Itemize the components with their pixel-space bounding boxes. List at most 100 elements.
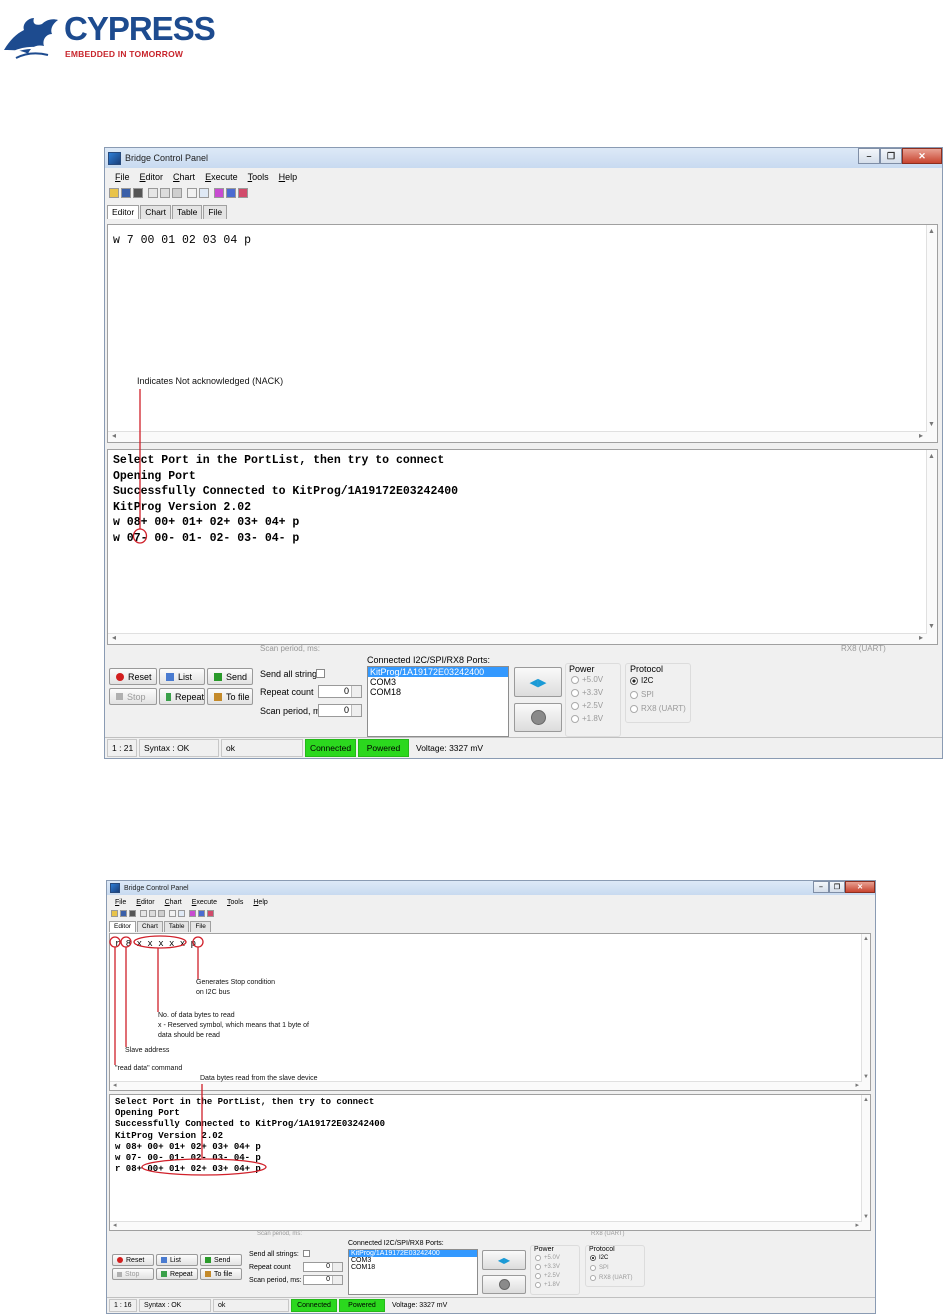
save-icon[interactable] bbox=[120, 910, 127, 917]
menu-chart[interactable]: Chart bbox=[165, 899, 182, 906]
close-button[interactable]: ✕ bbox=[902, 148, 942, 164]
list-icon[interactable] bbox=[178, 910, 185, 917]
send-all-strings-checkbox[interactable] bbox=[303, 1250, 310, 1257]
scroll-down-icon[interactable]: ▼ bbox=[863, 1074, 869, 1080]
send-button[interactable]: Send bbox=[207, 668, 253, 685]
save-as-icon[interactable] bbox=[133, 188, 143, 198]
reset-button[interactable]: Reset bbox=[112, 1254, 154, 1266]
power-1v8-radio[interactable]: +1.8V bbox=[535, 1282, 560, 1288]
menu-help[interactable]: Help bbox=[279, 172, 298, 182]
chart-export-icon[interactable] bbox=[207, 910, 214, 917]
cut-icon[interactable] bbox=[148, 188, 158, 198]
protocol-i2c-radio[interactable]: I2C bbox=[590, 1255, 608, 1261]
menu-file[interactable]: File bbox=[115, 172, 130, 182]
to-file-button[interactable]: To file bbox=[207, 688, 253, 705]
log-horizontal-scrollbar[interactable]: ◂ ▸ bbox=[110, 1221, 862, 1230]
scroll-right-icon[interactable]: ▸ bbox=[919, 634, 923, 642]
protocol-rx8-radio[interactable]: RX8 (UART) bbox=[590, 1275, 633, 1281]
scroll-left-icon[interactable]: ◂ bbox=[112, 634, 116, 642]
log-vertical-scrollbar[interactable]: ▲ ▼ bbox=[926, 450, 937, 644]
menu-execute[interactable]: Execute bbox=[192, 899, 217, 906]
editor-horizontal-scrollbar[interactable]: ◂ ▸ bbox=[108, 431, 927, 442]
port-item[interactable]: KitProg/1A19172E03242400 bbox=[368, 667, 508, 677]
port-item[interactable]: COM3 bbox=[349, 1257, 477, 1264]
log-pane[interactable]: Select Port in the PortList, then try to… bbox=[107, 449, 938, 645]
scroll-up-icon[interactable]: ▲ bbox=[863, 936, 869, 942]
to-file-button[interactable]: To file bbox=[200, 1268, 242, 1280]
port-item[interactable]: COM18 bbox=[368, 687, 508, 697]
menu-execute[interactable]: Execute bbox=[205, 172, 238, 182]
save-icon[interactable] bbox=[121, 188, 131, 198]
scroll-right-icon[interactable]: ▸ bbox=[855, 1082, 859, 1089]
power-2v5-radio[interactable]: +2.5V bbox=[535, 1273, 560, 1279]
scroll-down-icon[interactable]: ▼ bbox=[928, 623, 935, 630]
tab-chart[interactable]: Chart bbox=[140, 205, 172, 219]
scroll-down-icon[interactable]: ▼ bbox=[928, 421, 935, 428]
list-button[interactable]: List bbox=[159, 668, 205, 685]
repeat-button[interactable]: Repeat bbox=[159, 688, 205, 705]
scroll-up-icon[interactable]: ▲ bbox=[928, 228, 935, 235]
open-folder-icon[interactable] bbox=[109, 188, 119, 198]
minimize-button[interactable]: – bbox=[858, 148, 880, 164]
scroll-left-icon[interactable]: ◂ bbox=[112, 432, 116, 440]
tab-editor[interactable]: Editor bbox=[107, 205, 140, 219]
tab-table[interactable]: Table bbox=[163, 921, 190, 932]
repeat-count-input[interactable]: 0 bbox=[318, 685, 362, 698]
scroll-right-icon[interactable]: ▸ bbox=[855, 1222, 859, 1229]
editor-vertical-scrollbar[interactable]: ▲ ▼ bbox=[926, 225, 937, 442]
scroll-up-icon[interactable]: ▲ bbox=[928, 453, 935, 460]
power-2v5-radio[interactable]: +2.5V bbox=[571, 701, 603, 710]
connect-toggle-button[interactable]: ◀▶ bbox=[514, 667, 562, 697]
open-folder-icon[interactable] bbox=[111, 910, 118, 917]
list-icon[interactable] bbox=[199, 188, 209, 198]
scan-period-input[interactable]: 0 bbox=[303, 1275, 343, 1285]
power-toggle-button[interactable] bbox=[514, 703, 562, 732]
menu-file[interactable]: File bbox=[115, 899, 126, 906]
tab-table[interactable]: Table bbox=[172, 205, 203, 219]
power-5v-radio[interactable]: +5.0V bbox=[535, 1255, 560, 1261]
eraser-icon[interactable] bbox=[169, 910, 176, 917]
close-button[interactable]: ✕ bbox=[845, 881, 875, 893]
editor-text[interactable]: r 8 x x x x x p bbox=[115, 939, 196, 949]
scroll-right-icon[interactable]: ▸ bbox=[919, 432, 923, 440]
scroll-left-icon[interactable]: ◂ bbox=[113, 1082, 117, 1089]
port-item[interactable]: COM3 bbox=[368, 677, 508, 687]
minimize-button[interactable]: – bbox=[813, 881, 829, 893]
chart-icon[interactable] bbox=[189, 910, 196, 917]
ports-list[interactable]: KitProg/1A19172E03242400 COM3 COM18 bbox=[367, 666, 509, 737]
log-pane[interactable]: Select Port in the PortList, then try to… bbox=[109, 1094, 871, 1231]
menu-help[interactable]: Help bbox=[253, 899, 267, 906]
maximize-button[interactable]: ❐ bbox=[880, 148, 902, 164]
scroll-down-icon[interactable]: ▼ bbox=[863, 1214, 869, 1220]
editor-horizontal-scrollbar[interactable]: ◂ ▸ bbox=[110, 1081, 862, 1090]
cut-icon[interactable] bbox=[140, 910, 147, 917]
repeat-count-input[interactable]: 0 bbox=[303, 1262, 343, 1272]
menu-editor[interactable]: Editor bbox=[136, 899, 154, 906]
power-3v3-radio[interactable]: +3.3V bbox=[535, 1264, 560, 1270]
protocol-i2c-radio[interactable]: I2C bbox=[630, 676, 653, 685]
power-3v3-radio[interactable]: +3.3V bbox=[571, 688, 603, 697]
tab-chart[interactable]: Chart bbox=[136, 921, 163, 932]
editor-pane[interactable]: w 7 00 01 02 03 04 p ▲ ▼ ◂ ▸ bbox=[107, 224, 938, 443]
save-as-icon[interactable] bbox=[129, 910, 136, 917]
stop-button[interactable]: Stop bbox=[109, 688, 157, 705]
maximize-button[interactable]: ❐ bbox=[829, 881, 845, 893]
menu-tools[interactable]: Tools bbox=[227, 899, 243, 906]
menu-tools[interactable]: Tools bbox=[248, 172, 269, 182]
connect-toggle-button[interactable]: ◀▶ bbox=[482, 1250, 526, 1270]
protocol-spi-radio[interactable]: SPI bbox=[590, 1265, 609, 1271]
copy-icon[interactable] bbox=[160, 188, 170, 198]
power-1v8-radio[interactable]: +1.8V bbox=[571, 714, 603, 723]
power-5v-radio[interactable]: +5.0V bbox=[571, 675, 603, 684]
menu-editor[interactable]: Editor bbox=[140, 172, 164, 182]
paste-icon[interactable] bbox=[158, 910, 165, 917]
list-button[interactable]: List bbox=[156, 1254, 198, 1266]
eraser-icon[interactable] bbox=[187, 188, 197, 198]
protocol-spi-radio[interactable]: SPI bbox=[630, 690, 654, 699]
editor-vertical-scrollbar[interactable]: ▲ ▼ bbox=[861, 934, 870, 1090]
repeat-button[interactable]: Repeat bbox=[156, 1268, 198, 1280]
chart-zoom-icon[interactable] bbox=[226, 188, 236, 198]
editor-text[interactable]: w 7 00 01 02 03 04 p bbox=[113, 234, 251, 247]
ports-list[interactable]: KitProg/1A19172E03242400 COM3 COM18 bbox=[348, 1249, 478, 1295]
chart-zoom-icon[interactable] bbox=[198, 910, 205, 917]
